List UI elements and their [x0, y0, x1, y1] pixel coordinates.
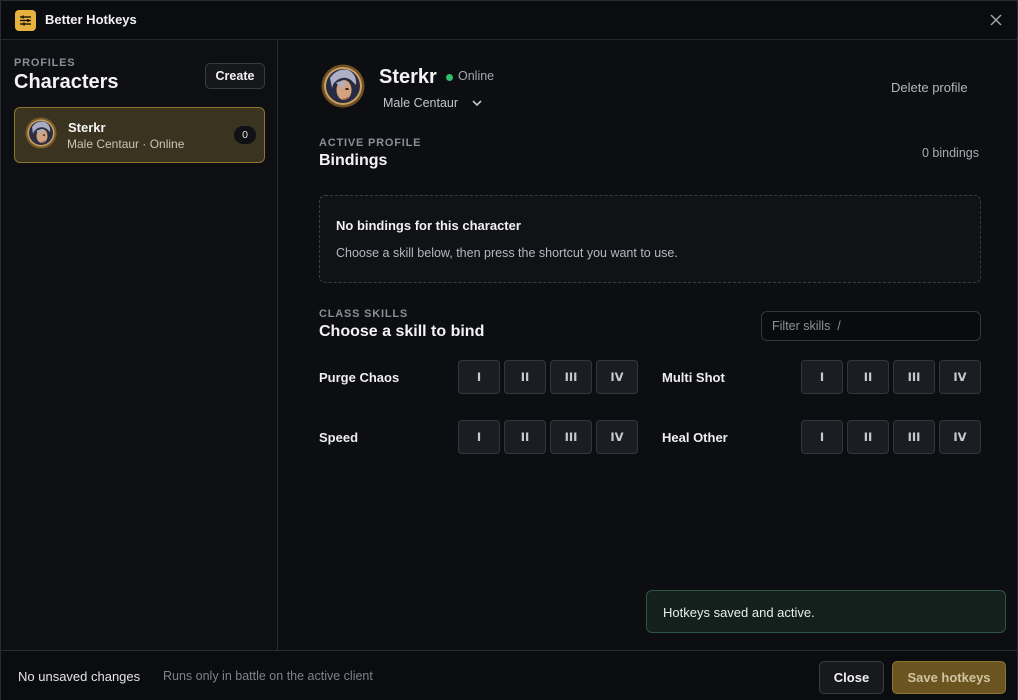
profile-status: Online	[458, 69, 495, 83]
footer-bar: No unsaved changes Runs only in battle o…	[1, 650, 1017, 700]
sidebar-heading: Characters	[14, 71, 119, 93]
rank-button[interactable]: I	[801, 420, 843, 454]
rank-button[interactable]: IV	[596, 360, 638, 394]
bindings-kicker: ACTIVE PROFILE	[319, 137, 422, 149]
unsaved-status: No unsaved changes	[18, 669, 141, 684]
rank-button[interactable]: III	[893, 420, 935, 454]
rank-button[interactable]: II	[847, 420, 889, 454]
toast-notification: Hotkeys saved and active.	[646, 590, 1006, 633]
bindings-heading: Bindings	[319, 152, 388, 169]
close-button[interactable]: Close	[819, 661, 884, 694]
delete-profile-button[interactable]: Delete profile	[891, 80, 968, 95]
app-window: Better Hotkeys PROFILES Characters Creat…	[0, 0, 1018, 700]
rank-button[interactable]: I	[458, 420, 500, 454]
empty-bindings-box: No bindings for this character Choose a …	[319, 195, 981, 283]
main-panel: Sterkr Online Male Centaur Delete profil…	[279, 40, 1017, 650]
binding-count-badge: 0	[234, 126, 256, 144]
rank-button[interactable]: I	[801, 360, 843, 394]
rank-button[interactable]: II	[847, 360, 889, 394]
skill-row: Speed I II III IV	[319, 420, 639, 454]
rank-button[interactable]: II	[504, 420, 546, 454]
sliders-icon	[15, 10, 36, 31]
skill-row: Multi Shot I II III IV	[662, 360, 982, 394]
close-icon[interactable]	[987, 11, 1005, 29]
create-button[interactable]: Create	[205, 63, 265, 89]
rank-button[interactable]: IV	[939, 420, 981, 454]
rank-button[interactable]: III	[550, 360, 592, 394]
empty-bindings-title: No bindings for this character	[336, 218, 521, 233]
skill-name: Multi Shot	[662, 370, 725, 385]
character-avatar	[25, 117, 57, 149]
skill-name: Purge Chaos	[319, 370, 400, 385]
profile-avatar	[321, 64, 365, 108]
class-select[interactable]: Male Centaur	[383, 94, 482, 112]
status-dot-icon	[446, 74, 453, 81]
class-select-value: Male Centaur	[383, 96, 459, 110]
skill-row: Heal Other I II III IV	[662, 420, 982, 454]
skill-name: Speed	[319, 430, 359, 445]
footer-note: Runs only in battle on the active client	[163, 669, 373, 683]
empty-bindings-description: Choose a skill below, then press the sho…	[336, 246, 678, 260]
character-name: Sterkr	[68, 120, 106, 135]
rank-button[interactable]: I	[458, 360, 500, 394]
title-bar: Better Hotkeys	[1, 1, 1017, 40]
save-hotkeys-button[interactable]: Save hotkeys	[892, 661, 1006, 694]
skill-row: Purge Chaos I II III IV	[319, 360, 639, 394]
app-title: Better Hotkeys	[45, 12, 137, 27]
skills-heading: Choose a skill to bind	[319, 323, 485, 340]
character-subtitle: Male Centaur · Online	[67, 137, 185, 151]
bindings-count: 0 bindings	[922, 146, 979, 160]
rank-button[interactable]: IV	[596, 420, 638, 454]
chevron-down-icon	[472, 99, 482, 106]
filter-skills-input[interactable]	[761, 311, 981, 341]
skill-name: Heal Other	[662, 430, 728, 445]
toast-message: Hotkeys saved and active.	[663, 605, 815, 620]
rank-button[interactable]: II	[504, 360, 546, 394]
character-card[interactable]: Sterkr Male Centaur · Online 0	[14, 107, 265, 163]
profile-name: Sterkr	[379, 66, 437, 88]
rank-button[interactable]: III	[893, 360, 935, 394]
skills-kicker: CLASS SKILLS	[319, 308, 409, 320]
rank-button[interactable]: III	[550, 420, 592, 454]
sidebar: PROFILES Characters Create Sterkr Male C…	[1, 40, 278, 650]
sidebar-kicker: PROFILES	[14, 57, 76, 69]
rank-button[interactable]: IV	[939, 360, 981, 394]
